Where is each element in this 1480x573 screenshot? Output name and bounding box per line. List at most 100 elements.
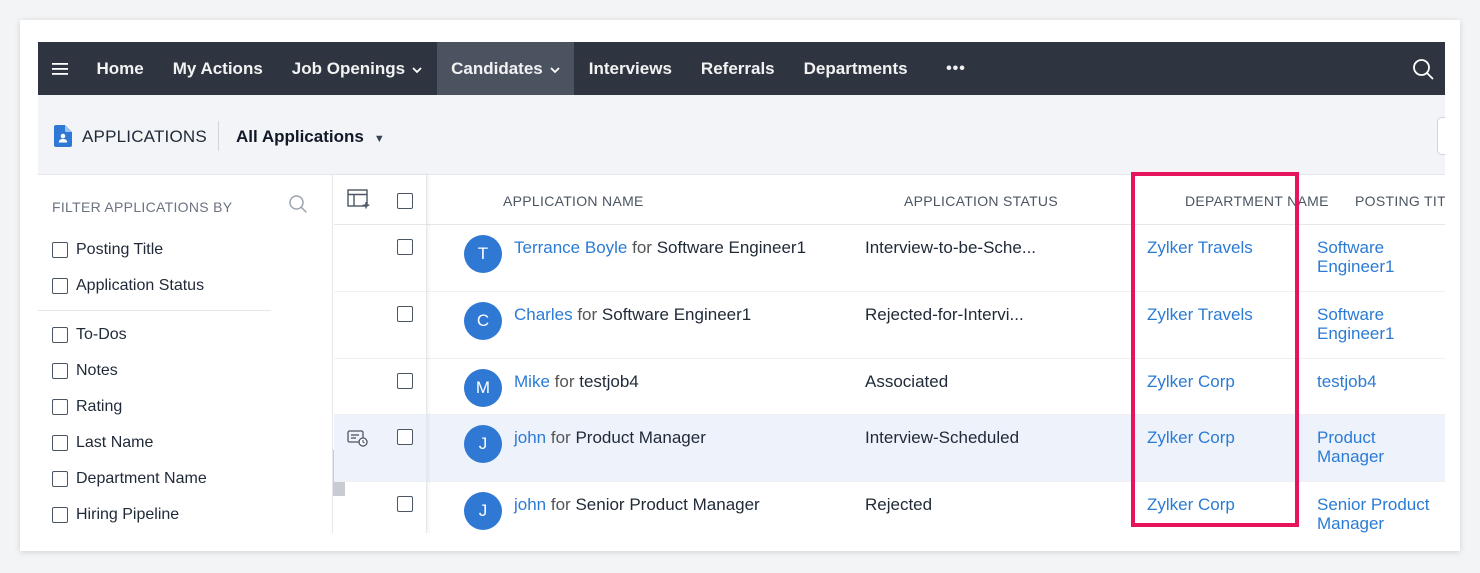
nav-item-label: Job Openings — [291, 58, 406, 78]
filter-option-hiring-pipeline[interactable]: Hiring Pipeline — [52, 506, 179, 524]
candidate-link[interactable]: john — [514, 428, 546, 447]
toolbar-button-edge[interactable] — [1437, 117, 1445, 155]
nav-item-home[interactable]: Home — [82, 42, 158, 95]
view-name: All Applications — [236, 127, 364, 146]
department-link[interactable]: Zylker Corp — [1147, 495, 1235, 515]
application-status: Rejected — [865, 495, 933, 514]
filter-option-rating[interactable]: Rating — [52, 398, 122, 416]
search-icon[interactable] — [288, 194, 308, 219]
filter-option-department-name[interactable]: Department Name — [52, 470, 207, 488]
department-link[interactable]: Zylker Corp — [1147, 428, 1235, 448]
nav-item-job-openings[interactable]: Job Openings — [277, 42, 436, 95]
job-title: Senior Product Manager — [575, 495, 760, 514]
filter-option-label: Application Status — [76, 277, 205, 294]
filter-option-label: Last Name — [76, 434, 154, 451]
posting-title-link[interactable]: Software Engineer1 — [1317, 238, 1442, 276]
avatar: C — [464, 302, 502, 340]
chevron-down-icon — [550, 63, 560, 77]
table-row[interactable]: C Charles for Software Engineer1 Rejected-… — [334, 292, 1445, 359]
job-title: Product Manager — [575, 428, 706, 447]
document-user-icon — [54, 125, 72, 152]
column-header-application-name[interactable]: APPLICATION NAME — [503, 193, 644, 209]
filter-checkbox[interactable] — [52, 435, 68, 451]
filter-checkbox[interactable] — [52, 399, 68, 415]
nav-item-interviews[interactable]: Interviews — [574, 42, 686, 95]
job-title: Software Engineer1 — [601, 305, 752, 324]
nav-item-departments[interactable]: Departments — [789, 42, 922, 95]
column-header-application-status[interactable]: APPLICATION STATUS — [904, 193, 1058, 209]
more-menu-button[interactable]: ••• — [922, 42, 982, 95]
nav-item-my-actions[interactable]: My Actions — [158, 42, 277, 95]
filter-option-notes[interactable]: Notes — [52, 362, 118, 380]
divider — [218, 121, 219, 151]
job-title: Software Engineer1 — [656, 238, 807, 257]
filter-option-label: Department Name — [76, 470, 207, 487]
nav-item-label: Candidates — [451, 58, 543, 78]
application-name: Terrance Boyle for Software Engineer1 — [514, 238, 806, 258]
filter-option-to-dos[interactable]: To-Dos — [52, 326, 127, 344]
filter-option-label: Hiring Pipeline — [76, 506, 180, 523]
application-status: Rejected-for-Intervi... — [865, 305, 1024, 324]
column-header-department-name[interactable]: DEPARTMENT NAME — [1185, 193, 1329, 209]
nav-item-label: Home — [96, 58, 144, 78]
table-header: APPLICATION NAME APPLICATION STATUS DEPA… — [334, 175, 1445, 225]
department-link[interactable]: Zylker Travels — [1147, 305, 1253, 325]
application-name: Mike for testjob4 — [514, 372, 639, 392]
for-connector: for — [577, 305, 598, 324]
filter-option-label: Rating — [76, 398, 123, 415]
avatar: J — [464, 492, 502, 530]
table-row[interactable]: Jjohn for Senior Product Manager Rejected… — [334, 482, 1445, 533]
for-connector: for — [550, 428, 571, 447]
avatar: J — [464, 425, 502, 463]
posting-title-link[interactable]: testjob4 — [1317, 372, 1442, 391]
filter-checkbox[interactable] — [52, 471, 68, 487]
application-status: Interview-Scheduled — [865, 428, 1020, 447]
filter-checkbox[interactable] — [52, 242, 68, 258]
candidate-link[interactable]: Charles — [514, 305, 573, 324]
posting-title-link[interactable]: Software Engineer1 — [1317, 305, 1442, 343]
filter-option-label: Notes — [76, 362, 118, 379]
module-title: APPLICATIONS — [82, 127, 207, 146]
candidate-link[interactable]: Terrance Boyle — [514, 238, 627, 257]
application-name: john for Product Manager — [514, 428, 706, 448]
department-link[interactable]: Zylker Travels — [1147, 238, 1253, 258]
module-header: APPLICATIONS All Applications ▼ — [38, 95, 1445, 175]
filter-checkbox[interactable] — [52, 278, 68, 294]
for-connector: for — [632, 238, 652, 257]
filter-checkbox[interactable] — [52, 507, 68, 523]
filter-option-application-status[interactable]: Application Status — [52, 277, 204, 295]
application-status: Associated — [865, 372, 949, 391]
nav-item-referrals[interactable]: Referrals — [686, 42, 789, 95]
filter-checkbox[interactable] — [52, 363, 68, 379]
recruit-app: Home My Actions Job Openings Candidates Inte… — [38, 42, 1445, 533]
avatar: M — [464, 369, 502, 407]
department-link[interactable]: Zylker Corp — [1147, 372, 1235, 392]
caret-down-icon: ▼ — [373, 133, 385, 145]
view-selector[interactable]: All Applications ▼ — [236, 127, 385, 147]
nav-item-label: Interviews — [588, 58, 672, 78]
table-row[interactable]: T Terrance Boyle for Software Engineer1 In… — [334, 225, 1445, 292]
for-connector: for — [554, 372, 575, 391]
search-icon[interactable] — [1401, 42, 1445, 95]
filter-panel: FILTER APPLICATIONS BY Posting Title Appl… — [38, 175, 333, 533]
filter-option-last-name[interactable]: Last Name — [52, 434, 153, 452]
posting-title-link[interactable]: Senior Product Manager — [1317, 495, 1442, 533]
table-row[interactable]: Jjohn for Product Manager Interview-Sched… — [334, 415, 1445, 482]
top-nav: Home My Actions Job Openings Candidates Inte… — [38, 42, 1445, 95]
posting-title-link[interactable]: Product Manager — [1317, 428, 1442, 466]
table-row[interactable]: M Mike for testjob4 Associated Zylker Corp t… — [334, 359, 1445, 415]
nav-item-label: Referrals — [700, 58, 775, 78]
candidate-link[interactable]: john — [514, 495, 546, 514]
hamburger-icon[interactable] — [38, 42, 82, 95]
candidate-link[interactable]: Mike — [514, 372, 550, 391]
filter-option-posting-title[interactable]: Posting Title — [52, 241, 163, 259]
filter-checkbox[interactable] — [52, 327, 68, 343]
nav-item-label: My Actions — [172, 58, 263, 78]
filter-title: FILTER APPLICATIONS BY — [52, 199, 233, 215]
job-title: testjob4 — [579, 372, 639, 391]
row-actions-column — [334, 175, 427, 533]
column-header-posting-title[interactable]: POSTING TITLE — [1355, 193, 1445, 209]
avatar: T — [464, 235, 502, 273]
nav-item-candidates[interactable]: Candidates — [436, 42, 575, 95]
chevron-down-icon — [412, 63, 422, 77]
